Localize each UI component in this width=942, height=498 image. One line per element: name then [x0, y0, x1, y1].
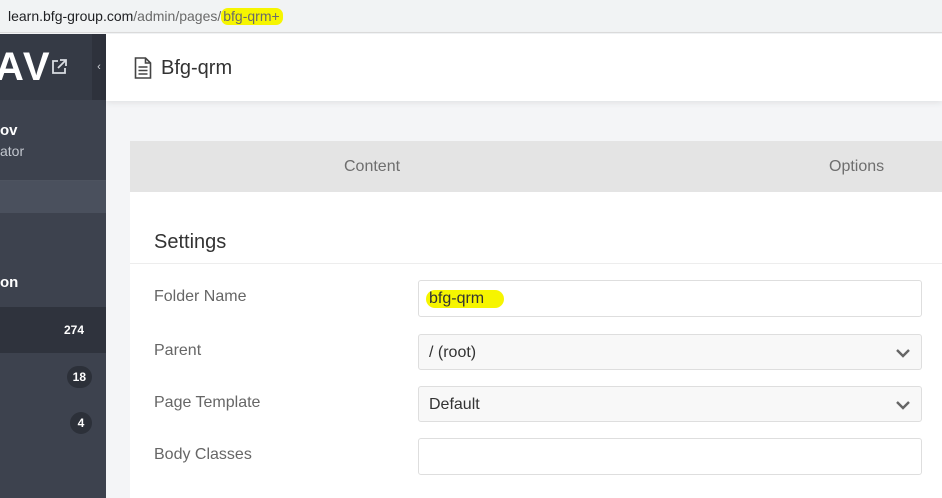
- parent-select[interactable]: / (root): [418, 334, 922, 370]
- parent-value: / (root): [429, 344, 477, 361]
- document-icon: [134, 57, 152, 79]
- sidebar-item[interactable]: 4: [0, 400, 106, 446]
- sidebar-nav-item-highlight[interactable]: [0, 181, 106, 213]
- settings-heading: Settings: [154, 231, 227, 253]
- page-editor-panel: Content Options Settings Folder Name bfg…: [130, 141, 942, 498]
- count-badge: 18: [66, 366, 92, 388]
- url-host: learn.bfg-group.com: [8, 8, 134, 24]
- sidebar-brand: AV: [0, 34, 92, 100]
- sidebar-item-pages[interactable]: 274: [0, 307, 106, 353]
- folder-name-label: Folder Name: [154, 288, 247, 305]
- sidebar-item[interactable]: 18: [0, 354, 106, 400]
- sidebar-item-label[interactable]: on: [0, 274, 18, 291]
- tab-content[interactable]: Content: [344, 141, 400, 192]
- url-text[interactable]: learn.bfg-group.com/admin/pages/bfg-qrm+: [8, 8, 283, 25]
- user-role: ator: [0, 143, 25, 159]
- page-header: Bfg-qrm: [106, 34, 942, 101]
- logo[interactable]: AV: [0, 45, 52, 89]
- folder-name-value: bfg-qrm: [426, 290, 505, 308]
- page-template-label: Page Template: [154, 394, 261, 411]
- chevron-down-icon: [896, 349, 910, 358]
- count-badge: 4: [70, 412, 92, 434]
- page-template-select[interactable]: Default: [418, 386, 922, 422]
- chevron-down-icon: [896, 401, 910, 410]
- user-name[interactable]: ov: [0, 122, 18, 139]
- count-badge: 274: [63, 323, 84, 337]
- folder-name-input[interactable]: bfg-qrm: [418, 280, 922, 317]
- parent-label: Parent: [154, 342, 202, 359]
- url-path: /admin/pages/: [133, 8, 222, 24]
- page-title: Bfg-qrm: [161, 57, 233, 79]
- external-link-icon[interactable]: [50, 58, 68, 76]
- body-classes-input[interactable]: [418, 438, 922, 475]
- url-highlighted-slug: bfg-qrm+: [221, 8, 283, 25]
- sidebar: AV ‹ ov ator on 274 18 4: [0, 34, 106, 498]
- page-template-value: Default: [429, 396, 480, 413]
- editor-tabs: Content Options: [130, 141, 942, 192]
- body-classes-label: Body Classes: [154, 446, 252, 463]
- address-bar[interactable]: learn.bfg-group.com/admin/pages/bfg-qrm+: [0, 0, 942, 33]
- sidebar-collapse-button[interactable]: ‹: [92, 34, 106, 100]
- divider: [130, 263, 942, 264]
- tab-options[interactable]: Options: [829, 141, 884, 192]
